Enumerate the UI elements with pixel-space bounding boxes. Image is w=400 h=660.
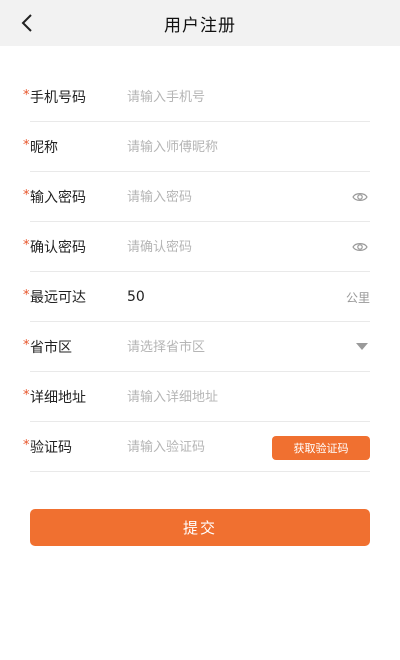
address-label: 详细地址: [30, 390, 86, 406]
required-mark: *: [23, 187, 30, 203]
region-label: 省市区: [30, 340, 72, 356]
page-title: 用户注册: [164, 15, 236, 36]
phone-row: * 手机号码: [23, 72, 370, 122]
region-row: * 省市区: [23, 322, 370, 372]
required-mark: *: [23, 237, 30, 253]
verify-code-label: 验证码: [30, 440, 72, 456]
phone-input[interactable]: [127, 84, 327, 110]
confirm-password-input[interactable]: [127, 234, 327, 260]
get-code-button[interactable]: 获取验证码: [272, 436, 370, 460]
back-button[interactable]: [12, 8, 42, 38]
distance-unit: 公里: [345, 291, 370, 305]
password-label: 输入密码: [30, 190, 86, 206]
nickname-input[interactable]: [127, 134, 327, 160]
password-row: * 输入密码: [23, 172, 370, 222]
confirm-password-row: * 确认密码: [23, 222, 370, 272]
required-mark: *: [23, 137, 30, 153]
registration-form: * 手机号码 * 昵称 * 输入密码 * 确认密码: [0, 72, 400, 472]
required-mark: *: [23, 387, 30, 403]
verify-code-input[interactable]: [127, 434, 267, 460]
eye-icon[interactable]: [352, 239, 368, 255]
nickname-label: 昵称: [30, 140, 58, 156]
submit-button[interactable]: 提交: [30, 509, 370, 546]
password-input[interactable]: [127, 184, 327, 210]
max-distance-row: * 最远可达 公里: [23, 272, 370, 322]
nickname-row: * 昵称: [23, 122, 370, 172]
verify-code-row: * 验证码 获取验证码: [23, 422, 370, 472]
chevron-left-icon: [21, 14, 32, 32]
eye-icon[interactable]: [352, 189, 368, 205]
required-mark: *: [23, 87, 30, 103]
top-nav-bar: 用户注册: [0, 0, 400, 46]
phone-label: 手机号码: [30, 90, 86, 106]
max-distance-input[interactable]: [127, 284, 327, 310]
max-distance-label: 最远可达: [30, 290, 86, 306]
required-mark: *: [23, 337, 30, 353]
address-row: * 详细地址: [23, 372, 370, 422]
confirm-password-label: 确认密码: [30, 240, 86, 256]
caret-down-icon[interactable]: [356, 343, 368, 350]
required-mark: *: [23, 287, 30, 303]
address-input[interactable]: [127, 384, 327, 410]
region-select[interactable]: [127, 334, 327, 360]
required-mark: *: [23, 437, 30, 453]
